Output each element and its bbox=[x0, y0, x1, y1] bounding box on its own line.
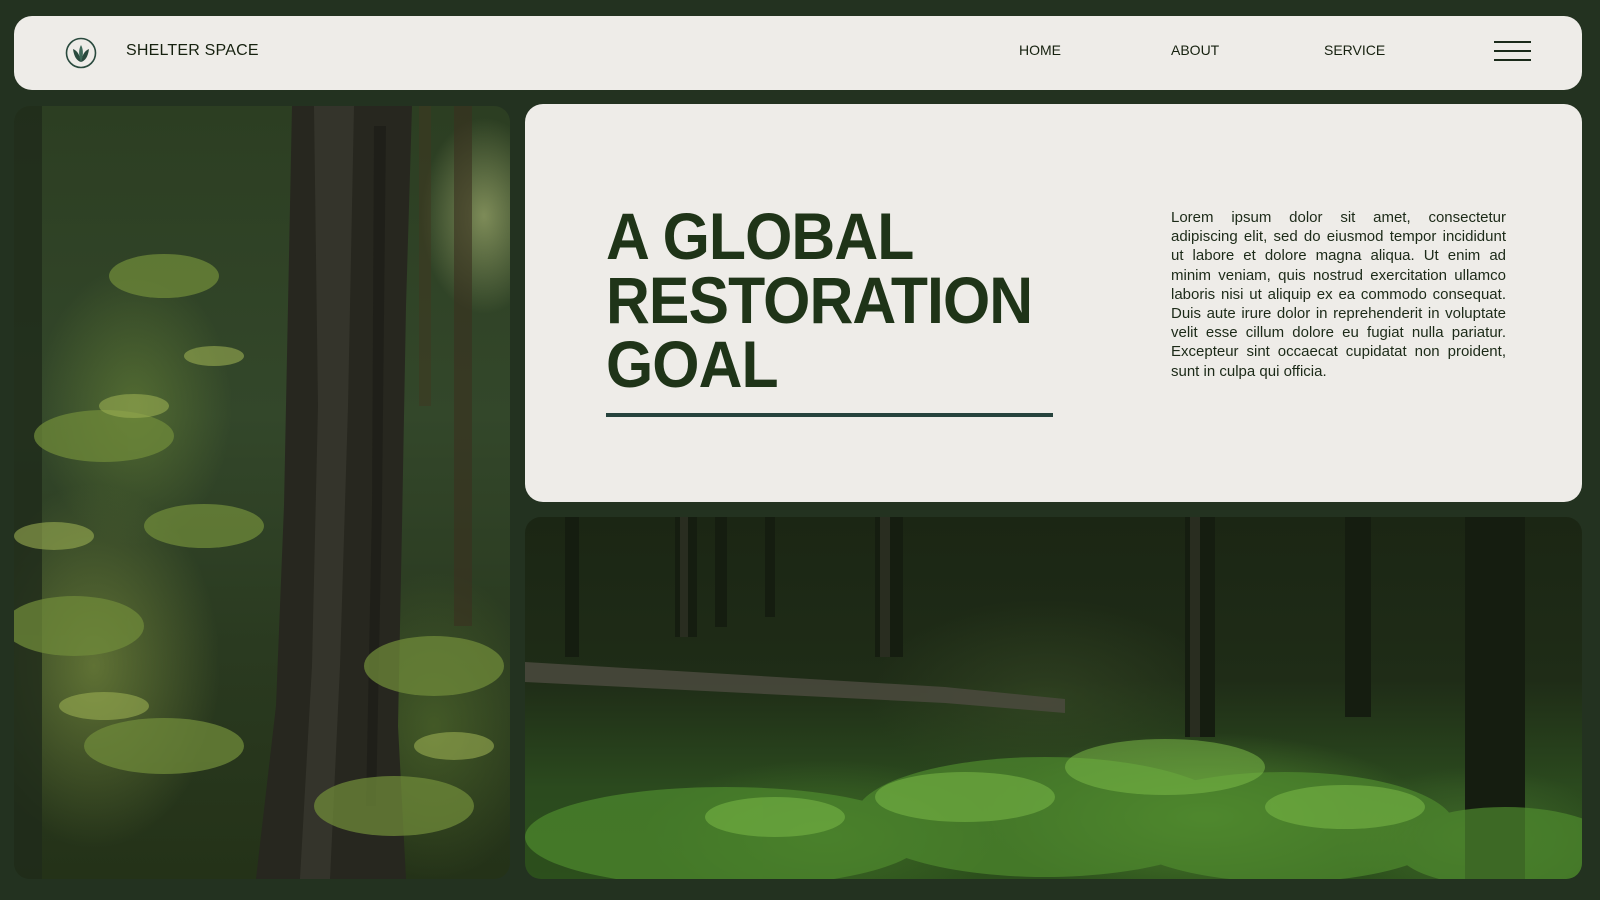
hero-card: A GLOBAL RESTORATION GOAL Lorem ipsum do… bbox=[525, 104, 1582, 502]
hero-title-line: A GLOBAL bbox=[606, 199, 914, 273]
menu-line bbox=[1494, 59, 1531, 61]
brand-name: SHELTER SPACE bbox=[126, 42, 259, 59]
title-underline-divider bbox=[606, 413, 1053, 417]
top-navbar: SHELTER SPACE HOME ABOUT SERVICE bbox=[14, 16, 1582, 90]
nav-link-service[interactable]: SERVICE bbox=[1324, 42, 1385, 58]
nav-link-about[interactable]: ABOUT bbox=[1171, 42, 1219, 58]
hero-title: A GLOBAL RESTORATION GOAL bbox=[606, 199, 1038, 401]
nav-link-home[interactable]: HOME bbox=[1019, 42, 1061, 58]
menu-line bbox=[1494, 50, 1531, 52]
forest-ferns-photo bbox=[525, 517, 1582, 879]
hero-title-line: RESTORATION bbox=[606, 263, 1033, 337]
leaf-circle-icon[interactable] bbox=[65, 37, 97, 69]
forest-tree-trunk-photo bbox=[14, 106, 510, 879]
hamburger-menu-icon[interactable] bbox=[1494, 40, 1531, 64]
hero-title-line: GOAL bbox=[606, 327, 779, 401]
hero-description: Lorem ipsum dolor sit amet, consectetur … bbox=[1171, 209, 1506, 380]
menu-line bbox=[1494, 41, 1531, 43]
